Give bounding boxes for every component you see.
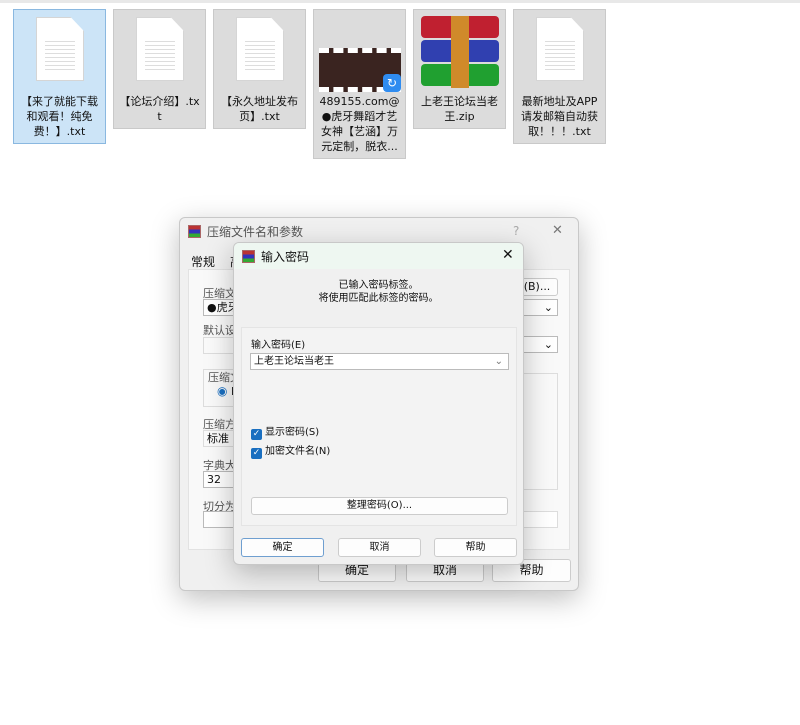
organize-passwords-button[interactable]: 整理密码(O)... (251, 497, 508, 515)
password-dialog: 输入密码 ✕ 已输入密码标签。 将使用匹配此标签的密码。 输入密码(E) 上老王… (233, 242, 524, 565)
cancel-button[interactable]: 取消 (338, 538, 421, 557)
sync-badge-icon: ↻ (383, 74, 401, 92)
dialog-title: 压缩文件名和参数 (207, 224, 304, 239)
tab-general[interactable]: 常规 (191, 253, 215, 270)
file-item[interactable]: 【论坛介绍】.txt (113, 9, 206, 129)
winrar-logo-icon (188, 224, 201, 238)
password-value: 上老王论坛当老王 (254, 356, 334, 367)
text-file-icon (236, 17, 284, 81)
file-name: 【来了就能下载和观看！纯免费！】.txt (21, 95, 98, 138)
radio-rar[interactable]: ◉ (217, 384, 227, 398)
file-item[interactable]: 【永久地址发布页】.txt (213, 9, 306, 129)
checkbox-checked-icon[interactable]: ✓ (251, 429, 262, 440)
file-name: 【永久地址发布页】.txt (221, 95, 298, 123)
message-line: 已输入密码标签。 (338, 280, 419, 291)
file-name: 【论坛介绍】.txt (119, 95, 200, 123)
file-name: 上老王论坛当老王.zip (421, 95, 498, 123)
text-file-icon (536, 17, 584, 81)
checkbox-checked-icon[interactable]: ✓ (251, 448, 262, 459)
title-bar: 输入密码 ✕ (234, 243, 523, 269)
file-item[interactable]: ↻ 489155.com@●虎牙舞蹈才艺女神【艺涵】万元定制，脱衣... (313, 9, 406, 159)
title-bar: 压缩文件名和参数 ? ✕ (180, 218, 578, 244)
close-icon[interactable]: ✕ (502, 247, 514, 263)
top-border (0, 0, 800, 3)
file-item[interactable]: 上老王论坛当老王.zip (413, 9, 506, 129)
encrypt-filenames-checkbox[interactable]: ✓ 加密文件名(N) (251, 442, 330, 459)
checkbox-label: 加密文件名(N) (265, 446, 331, 457)
checkbox-label: 显示密码(S) (265, 427, 320, 438)
close-icon[interactable]: ✕ (552, 223, 563, 238)
show-password-checkbox[interactable]: ✓ 显示密码(S) (251, 423, 319, 440)
chevron-down-icon[interactable]: ⌄ (495, 354, 503, 369)
password-combobox[interactable]: 上老王论坛当老王 ⌄ (250, 353, 509, 370)
winrar-archive-icon (421, 16, 499, 88)
file-item[interactable]: 最新地址及APP请发邮箱自动获取！！！.txt (513, 9, 606, 144)
file-name: 最新地址及APP请发邮箱自动获取！！！.txt (521, 95, 598, 138)
help-icon[interactable]: ? (513, 224, 519, 238)
message-line: 将使用匹配此标签的密码。 (318, 293, 439, 304)
dialog-title: 输入密码 (261, 249, 310, 264)
text-file-icon (36, 17, 84, 81)
text-file-icon (136, 17, 184, 81)
password-label: 输入密码(E) (251, 340, 306, 351)
help-button[interactable]: 帮助 (434, 538, 517, 557)
ok-button[interactable]: 确定 (241, 538, 324, 557)
file-name: 489155.com@●虎牙舞蹈才艺女神【艺涵】万元定制，脱衣... (319, 95, 400, 153)
info-message: 已输入密码标签。 将使用匹配此标签的密码。 (234, 279, 523, 305)
winrar-logo-icon (242, 249, 255, 263)
file-item[interactable]: 【来了就能下载和观看！纯免费！】.txt (13, 9, 106, 144)
